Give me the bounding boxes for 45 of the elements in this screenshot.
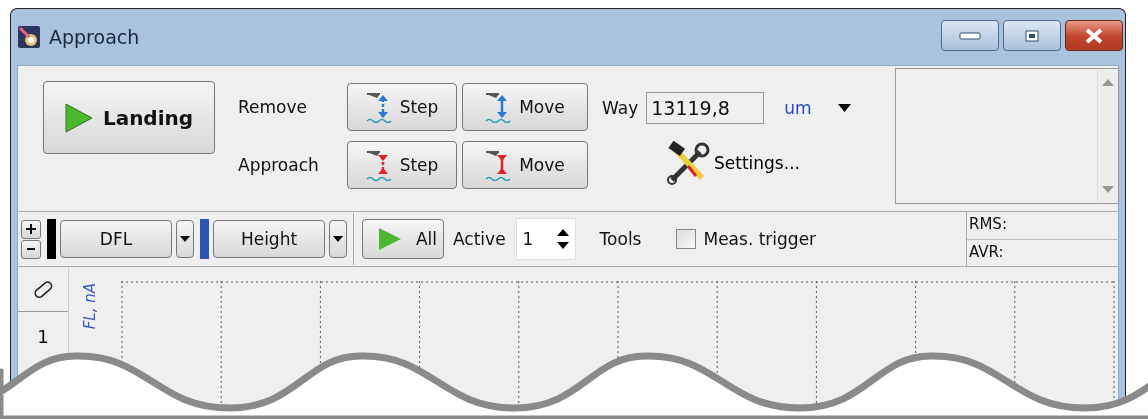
maximize-icon (1025, 29, 1039, 42)
caret-icon (180, 236, 190, 242)
window-title: Approach (49, 26, 141, 48)
way-label: Way (602, 98, 639, 118)
axis-label: FL, nA (81, 283, 99, 330)
caret-icon (333, 236, 343, 242)
stat-readout: AVR: (968, 241, 1005, 263)
checkbox[interactable] (676, 229, 697, 249)
maximize-button[interactable] (1003, 20, 1061, 51)
zoom-in-button[interactable] (21, 219, 41, 239)
tools-label: Tools (599, 229, 642, 249)
plus-icon (26, 224, 36, 234)
row-number: 1 (37, 326, 49, 347)
app-icon (17, 25, 41, 49)
checkbox-label[interactable]: Meas. trigger (703, 229, 817, 249)
active-spinbox[interactable]: 1 (515, 218, 576, 260)
channel-button[interactable]: Height (213, 220, 325, 258)
minimize-button[interactable] (941, 20, 999, 51)
settings-button[interactable]: Settings... (666, 140, 800, 186)
row-label: Approach (238, 155, 320, 175)
landing-button[interactable]: Landing (43, 81, 215, 154)
stat-readout: RMS: (967, 212, 1119, 240)
unit-label[interactable]: um (784, 98, 812, 118)
dropdown-button[interactable] (176, 220, 194, 258)
spin-arrows-icon[interactable] (556, 228, 569, 250)
close-button[interactable] (1065, 20, 1123, 51)
move-button[interactable]: Move (462, 141, 588, 189)
active-label: Active (453, 229, 506, 249)
close-icon (1084, 27, 1104, 44)
row-label: Remove (238, 97, 308, 117)
dropdown-button[interactable] (329, 220, 347, 258)
minimize-icon (959, 31, 981, 40)
paperclip-icon[interactable] (32, 279, 54, 301)
way-field[interactable]: 13119,8 (646, 92, 765, 124)
move-button[interactable]: Move (462, 83, 588, 131)
run-all-button[interactable]: All (362, 219, 444, 259)
play-icon (64, 102, 93, 133)
channel-button[interactable]: DFL (60, 220, 172, 258)
tools-icon (666, 140, 712, 186)
dropdown-icon[interactable] (837, 104, 851, 112)
step-button[interactable]: Step (347, 141, 457, 189)
zoom-out-button[interactable] (21, 239, 41, 259)
step-button[interactable]: Step (347, 83, 457, 131)
play-icon (377, 227, 402, 251)
minus-icon (27, 247, 35, 251)
